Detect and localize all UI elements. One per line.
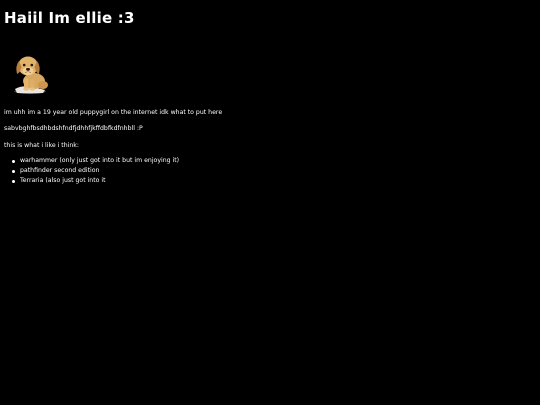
page-title: Haiil Im ellie :3 [4,9,135,27]
list-item: warhammer (only just got into it but im … [0,156,179,166]
list-item: pathfinder second edition [0,166,179,176]
intro-text: im uhh im a 19 year old puppygirl on the… [4,109,223,116]
puppy-icon [14,56,48,94]
list-item: Terraria (also just got into it [0,176,179,186]
list-item-label: Terraria (also just got into it [20,177,106,184]
likes-heading: this is what i like i think: [4,142,79,149]
list-item-label: pathfinder second edition [20,167,100,174]
page: Haiil Im ellie :3 im uhh im a 19 year ol… [0,0,540,405]
bullet-icon [12,159,15,163]
bullet-icon [12,169,15,173]
likes-list: warhammer (only just got into it but im … [0,156,179,186]
list-item-label: warhammer (only just got into it but im … [20,157,180,164]
bullet-icon [12,179,15,183]
keysmash-text: sabvbghfbsdhbdshfndfjdhhfjkffdbfkdfnhbll… [4,125,143,132]
puppy-image [12,52,52,94]
